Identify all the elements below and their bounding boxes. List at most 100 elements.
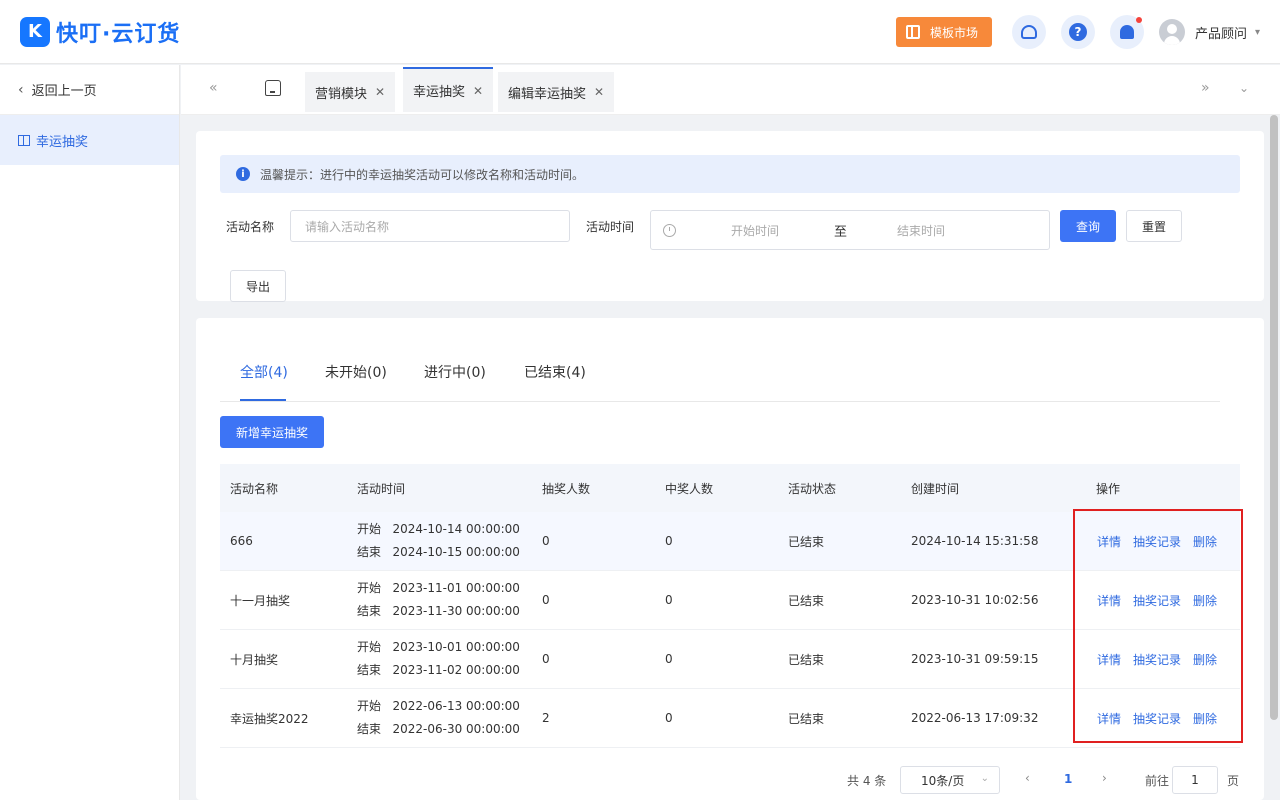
activity-name: 幸运抽奖2022 [230, 711, 309, 726]
page-size-value: 10条/页 [921, 773, 965, 788]
customer-service-button[interactable] [1011, 15, 1046, 49]
chevron-down-icon[interactable]: ▾ [1255, 27, 1260, 38]
tab-not-started[interactable]: 未开始(0) [325, 362, 387, 382]
tab-lucky-draw[interactable]: 幸运抽奖 ✕ [403, 67, 494, 112]
activity-status: 已结束 [788, 593, 825, 608]
activity-name: 十一月抽奖 [230, 593, 291, 608]
gift-icon [18, 134, 30, 146]
sidebar-item-lucky-draw[interactable]: 幸运抽奖 [0, 115, 179, 165]
headset-icon [1020, 25, 1037, 39]
user-name[interactable]: 产品顾问 [1195, 23, 1247, 42]
tab-marketing[interactable]: 营销模块 ✕ [305, 72, 396, 112]
avatar[interactable] [1158, 19, 1185, 45]
reset-button[interactable]: 重置 [1126, 210, 1182, 242]
tab-edit-lucky-draw[interactable]: 编辑幸运抽奖 ✕ [498, 72, 615, 112]
page-number-current[interactable]: 1 [1064, 772, 1072, 786]
scroll-tabs-right-icon[interactable]: » [1201, 80, 1210, 96]
column-header: 活动名称 [230, 481, 279, 496]
column-header: 活动状态 [788, 481, 837, 496]
draw-count: 0 [542, 534, 550, 548]
info-icon: i [236, 167, 250, 181]
logo[interactable]: K 快叮·云订货 [20, 16, 180, 48]
end-time-input[interactable]: 结束时间 [897, 222, 945, 239]
tab-in-progress[interactable]: 进行中(0) [424, 362, 486, 382]
winner-count: 0 [665, 593, 673, 607]
start-prefix: 开始 [357, 699, 382, 713]
status-tabs: 全部(4) 未开始(0) 进行中(0) 已结束(4) [220, 318, 1220, 402]
column-header: 抽奖人数 [542, 481, 591, 496]
question-icon: ? [1068, 23, 1087, 41]
activity-name: 十月抽奖 [230, 652, 279, 667]
column-header: 操作 [1096, 481, 1121, 496]
search-button[interactable]: 查询 [1060, 210, 1116, 242]
activity-name-input[interactable]: 请输入活动名称 [290, 210, 570, 242]
header-actions: 模板市场 ? 产品顾问 ▾ [895, 0, 1260, 64]
draw-count: 2 [542, 711, 550, 725]
winner-count: 0 [665, 711, 673, 725]
tab-label: 营销模块 [315, 86, 368, 102]
bell-icon [1119, 25, 1134, 39]
created-time: 2024-10-14 15:31:58 [911, 534, 1039, 548]
home-icon[interactable] [265, 80, 281, 96]
close-icon[interactable]: ✕ [375, 85, 385, 99]
logo-text: 快叮·云订货 [56, 21, 181, 47]
activity-time: 开始 2023-11-01 00:00:00 结束 2023-11-30 00:… [357, 577, 520, 623]
close-icon[interactable]: ✕ [594, 85, 604, 99]
template-market-button[interactable]: 模板市场 [895, 17, 992, 47]
goto-label: 前往 [1145, 774, 1170, 788]
active-tab-indicator [240, 399, 286, 401]
range-separator: 至 [834, 225, 848, 240]
created-time: 2022-06-13 17:09:32 [911, 711, 1039, 725]
add-lucky-draw-button[interactable]: 新增幸运抽奖 [220, 416, 324, 448]
list-panel: 全部(4) 未开始(0) 进行中(0) 已结束(4) 新增幸运抽奖 活动名称 活… [196, 318, 1264, 800]
start-prefix: 开始 [357, 640, 382, 654]
page-size-select[interactable]: 10条/页 ⌄ [900, 766, 1000, 794]
sidebar-item-label: 幸运抽奖 [36, 134, 89, 150]
scrollbar[interactable] [1270, 115, 1278, 720]
tab-ended[interactable]: 已结束(4) [524, 362, 586, 382]
next-page-icon[interactable]: › [1102, 771, 1107, 785]
column-header: 创建时间 [911, 481, 960, 496]
start-prefix: 开始 [357, 522, 382, 536]
tip-text: 温馨提示：进行中的幸运抽奖活动可以修改名称和活动时间。 [260, 167, 585, 182]
start-time: 2024-10-14 00:00:00 [392, 522, 520, 536]
template-market-label: 模板市场 [929, 25, 978, 40]
layout-icon [905, 25, 920, 39]
help-button[interactable]: ? [1060, 15, 1095, 49]
draw-count: 0 [542, 593, 550, 607]
activity-time-label: 活动时间 [586, 220, 635, 234]
activity-time: 开始 2024-10-14 00:00:00 结束 2024-10-15 00:… [357, 518, 520, 564]
start-prefix: 开始 [357, 581, 382, 595]
created-time: 2023-10-31 09:59:15 [911, 652, 1039, 666]
chevron-down-icon[interactable]: ⌄ [1239, 81, 1249, 95]
tab-bar: « 营销模块 ✕ 幸运抽奖 ✕ 编辑幸运抽奖 ✕ » ⌄ [181, 65, 1280, 115]
prev-page-icon[interactable]: ‹ [1025, 771, 1030, 785]
export-button[interactable]: 导出 [230, 270, 286, 302]
date-range-picker[interactable]: 开始时间 至 结束时间 [650, 210, 1050, 250]
created-time: 2023-10-31 10:02:56 [911, 593, 1039, 607]
end-prefix: 结束 [357, 722, 382, 736]
end-time: 2022-06-30 00:00:00 [392, 722, 520, 736]
draw-count: 0 [542, 652, 550, 666]
tab-all[interactable]: 全部(4) [240, 362, 288, 382]
activity-status: 已结束 [788, 534, 825, 549]
goto-page-input[interactable]: 1 [1172, 766, 1218, 794]
scroll-tabs-left-icon[interactable]: « [209, 80, 218, 96]
table-header: 活动名称 活动时间 抽奖人数 中奖人数 活动状态 创建时间 操作 [220, 464, 1240, 512]
start-time-input[interactable]: 开始时间 [731, 222, 779, 239]
back-label: 返回上一页 [31, 84, 97, 99]
column-header: 活动时间 [357, 481, 406, 496]
sidebar: ‹ 返回上一页 幸运抽奖 [0, 65, 180, 800]
winner-count: 0 [665, 652, 673, 666]
activity-name-label: 活动名称 [226, 220, 275, 234]
activity-name: 666 [230, 534, 253, 548]
activity-time: 开始 2022-06-13 00:00:00 结束 2022-06-30 00:… [357, 695, 520, 741]
close-icon[interactable]: ✕ [473, 84, 483, 98]
highlight-box [1073, 509, 1243, 743]
end-prefix: 结束 [357, 545, 382, 559]
chevron-down-icon: ⌄ [980, 773, 989, 784]
notification-button[interactable] [1109, 15, 1144, 49]
tab-label: 幸运抽奖 [413, 85, 466, 100]
activity-status: 已结束 [788, 711, 825, 726]
back-button[interactable]: ‹ 返回上一页 [0, 65, 179, 115]
